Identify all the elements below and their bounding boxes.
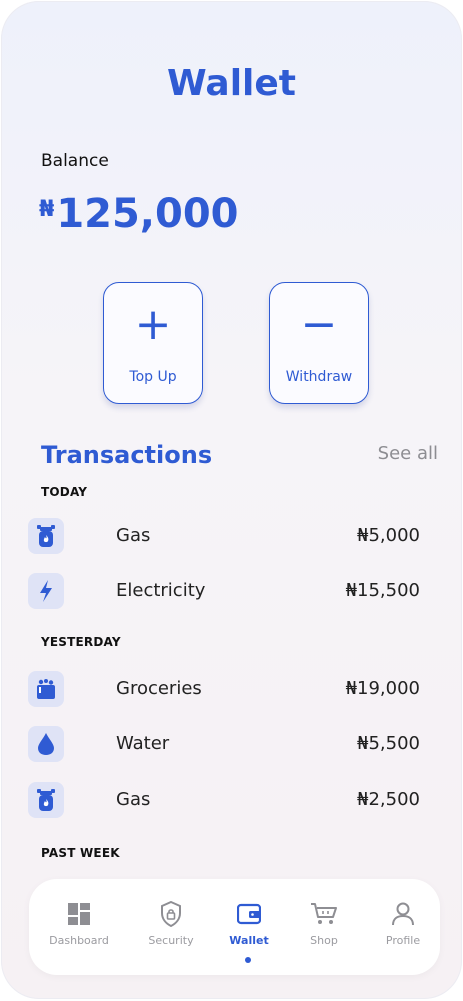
top-up-label: Top Up	[129, 369, 177, 385]
phone-screen: Wallet Balance ₦ 125,000 + Top Up − With…	[1, 1, 462, 999]
nav-item-profile[interactable]: Profile	[365, 901, 441, 961]
transaction-amount: ₦5,500	[357, 733, 420, 754]
transactions-title: Transactions	[41, 441, 213, 469]
transaction-amount: ₦2,500	[357, 789, 420, 810]
minus-icon: −	[300, 299, 338, 350]
nav-item-security[interactable]: Security	[133, 901, 209, 961]
section-label-today: TODAY	[41, 485, 88, 499]
lightning-icon	[28, 573, 64, 609]
water-drop-icon	[28, 726, 64, 762]
transaction-name: Gas	[116, 789, 151, 810]
nav-label: Wallet	[229, 934, 269, 947]
nav-item-shop[interactable]: Shop	[286, 901, 362, 961]
nav-label: Dashboard	[49, 934, 109, 947]
withdraw-label: Withdraw	[285, 369, 353, 385]
gas-cylinder-icon	[28, 518, 64, 554]
transaction-row[interactable]: Groceries ₦19,000	[28, 669, 448, 709]
bottom-nav: Dashboard Security Wallet Shop Profile	[29, 879, 440, 975]
dashboard-icon	[68, 903, 90, 925]
gas-cylinder-icon	[28, 782, 64, 818]
withdraw-button[interactable]: − Withdraw	[269, 282, 369, 404]
section-label-past-week: PAST WEEK	[41, 846, 120, 860]
see-all-link[interactable]: See all	[378, 443, 438, 464]
currency-symbol: ₦	[39, 197, 55, 222]
transaction-name: Groceries	[116, 678, 202, 699]
nav-item-dashboard[interactable]: Dashboard	[41, 901, 117, 961]
balance-label: Balance	[41, 151, 109, 171]
transaction-name: Gas	[116, 525, 151, 546]
transaction-row[interactable]: Gas ₦5,000	[28, 516, 448, 556]
top-up-button[interactable]: + Top Up	[103, 282, 203, 404]
transaction-row[interactable]: Electricity ₦15,500	[28, 571, 448, 611]
transaction-amount: ₦19,000	[345, 678, 420, 699]
shield-icon	[161, 901, 181, 927]
transaction-row[interactable]: Gas ₦2,500	[28, 780, 448, 820]
transaction-name: Electricity	[116, 580, 206, 601]
active-indicator-dot	[245, 957, 251, 963]
nav-label: Profile	[385, 934, 421, 947]
page-title: Wallet	[166, 63, 297, 104]
plus-icon: +	[134, 299, 172, 350]
balance-amount: ₦ 125,000	[39, 191, 239, 237]
nav-label: Shop	[310, 934, 338, 947]
nav-label: Security	[148, 934, 194, 947]
transaction-row[interactable]: Water ₦5,500	[28, 724, 448, 764]
wallet-icon	[237, 903, 261, 925]
cart-icon	[311, 903, 337, 924]
transaction-amount: ₦5,000	[357, 525, 420, 546]
transaction-amount: ₦15,500	[345, 580, 420, 601]
user-icon	[392, 902, 414, 926]
nav-item-wallet[interactable]: Wallet	[211, 901, 287, 963]
balance-value: 125,000	[56, 191, 239, 237]
transaction-name: Water	[116, 733, 170, 754]
groceries-icon	[28, 671, 64, 707]
section-label-yesterday: YESTERDAY	[41, 635, 121, 649]
